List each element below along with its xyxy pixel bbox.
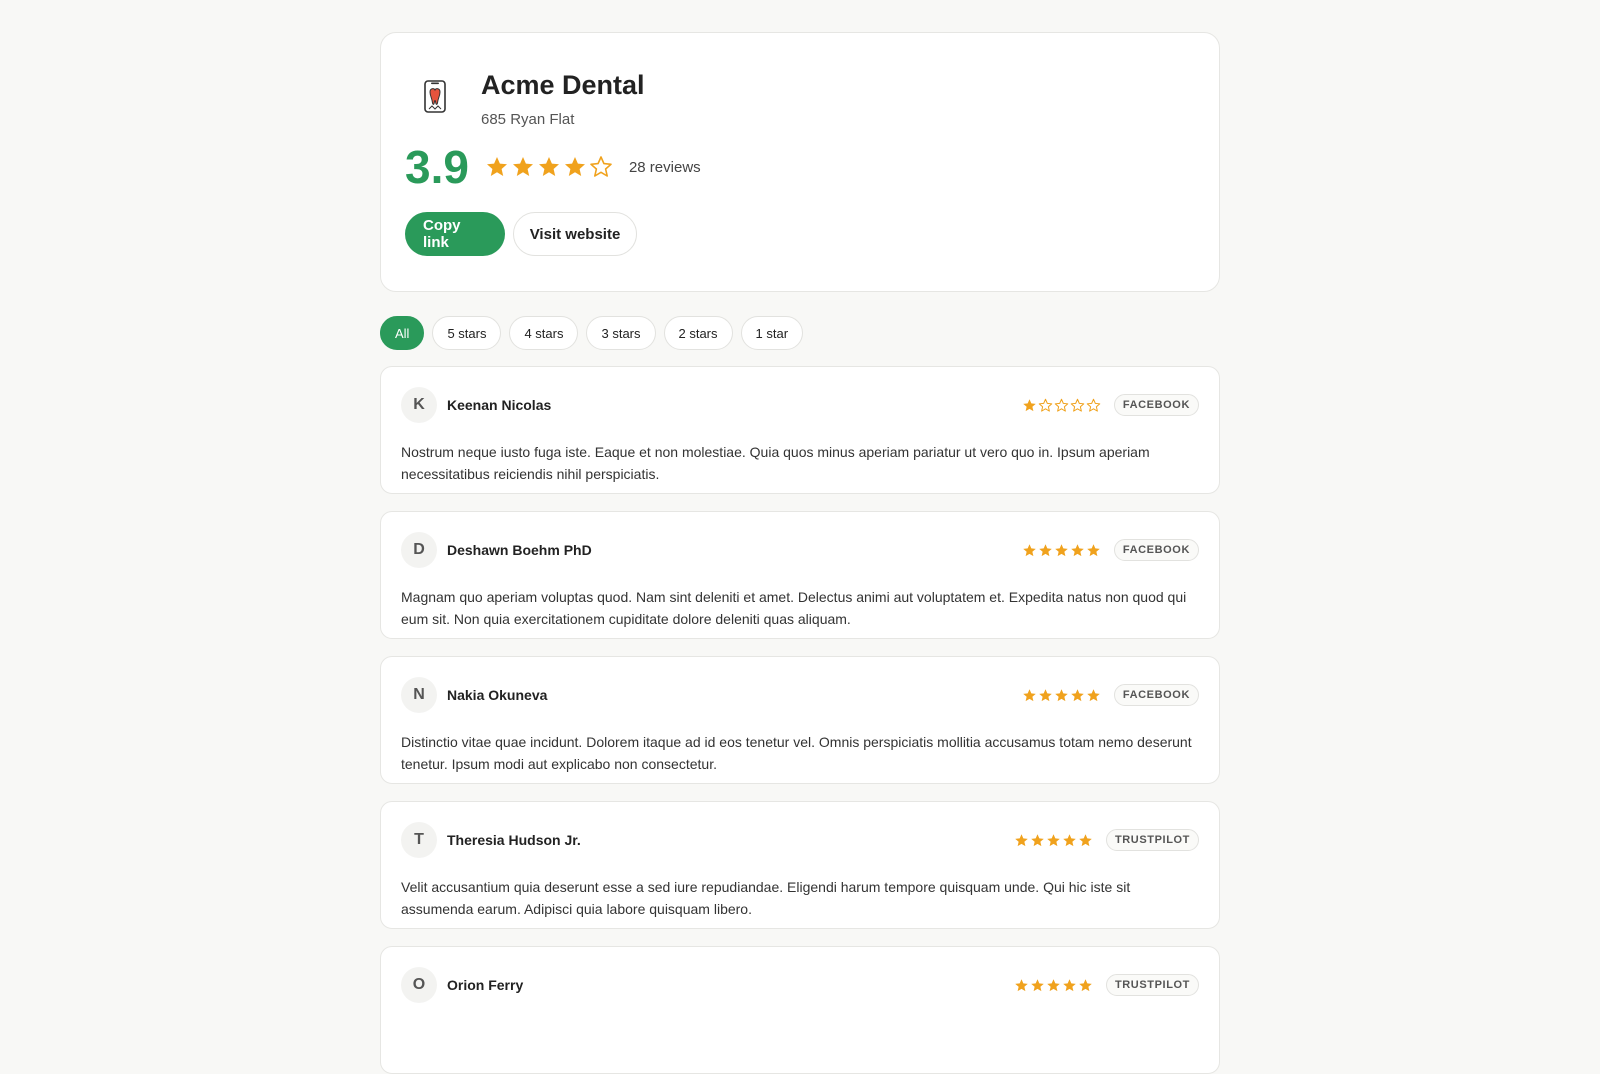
review-text: Magnam quo aperiam voluptas quod. Nam si…: [401, 589, 1187, 627]
review-header: D Deshawn Boehm PhD FACEBOOK: [401, 532, 1199, 568]
business-logo: [405, 67, 465, 127]
review-header: T Theresia Hudson Jr. TRUSTPILOT: [401, 822, 1199, 858]
star-filled-icon: [1039, 543, 1052, 556]
reviewer-name: Nakia Okuneva: [447, 687, 548, 703]
star-filled-icon: [1063, 833, 1076, 846]
review-header: O Orion Ferry TRUSTPILOT: [401, 967, 1199, 1003]
review-stars: [1014, 978, 1094, 993]
review-card: T Theresia Hudson Jr. TRUSTPILOT Velit a…: [380, 801, 1220, 929]
review-source-badge: TRUSTPILOT: [1105, 974, 1199, 996]
star-filled-icon: [1071, 688, 1084, 701]
review-text: Velit accusantium quia deserunt esse a s…: [401, 879, 1131, 917]
filter-5-stars[interactable]: 5 stars: [432, 316, 502, 350]
review-stars: [1022, 543, 1102, 558]
filter-1-star[interactable]: 1 star: [740, 316, 804, 350]
star-filled-icon: [1087, 543, 1100, 556]
avatar: O: [401, 967, 437, 1003]
star-filled-icon: [1079, 833, 1092, 846]
business-header: Acme Dental 685 Ryan Flat: [405, 61, 1195, 128]
review-header: N Nakia Okuneva FACEBOOK: [401, 677, 1199, 713]
star-outline-icon: [1054, 398, 1069, 412]
reviewer-name: Keenan Nicolas: [447, 397, 552, 413]
business-actions: Copy link Visit website: [405, 212, 1195, 257]
star-filled-icon: [1055, 688, 1068, 701]
star-filled-icon: [512, 157, 533, 177]
star-filled-icon: [564, 157, 585, 177]
review-source-badge: TRUSTPILOT: [1105, 829, 1199, 851]
star-outline-icon: [1038, 398, 1053, 412]
filter-3-stars[interactable]: 3 stars: [586, 316, 656, 350]
avatar: N: [401, 677, 437, 713]
star-filled-icon: [486, 157, 507, 177]
review-source-badge: FACEBOOK: [1113, 394, 1199, 416]
star-filled-icon: [1087, 688, 1100, 701]
review-stars: [1022, 398, 1102, 413]
star-filled-icon: [1031, 978, 1044, 991]
review-meta: TRUSTPILOT: [1014, 974, 1199, 996]
average-rating-stars: [485, 155, 615, 179]
page-container: Acme Dental 685 Ryan Flat 3.9 28 reviews…: [380, 32, 1220, 1074]
review-stars: [1014, 833, 1094, 848]
review-card: K Keenan Nicolas FACEBOOK Nostrum neque …: [380, 366, 1220, 494]
avatar: D: [401, 532, 437, 568]
review-count: 28 reviews: [628, 158, 701, 176]
rating-summary: 3.9 28 reviews: [405, 144, 1195, 190]
review-list: K Keenan Nicolas FACEBOOK Nostrum neque …: [380, 366, 1220, 1074]
star-filled-icon: [1023, 688, 1036, 701]
avatar: T: [401, 822, 437, 858]
review-card: N Nakia Okuneva FACEBOOK Distinctio vita…: [380, 656, 1220, 784]
star-filled-icon: [1023, 543, 1036, 556]
business-card: Acme Dental 685 Ryan Flat 3.9 28 reviews…: [380, 32, 1220, 292]
copy-link-button[interactable]: Copy link: [405, 212, 505, 257]
avatar: K: [401, 387, 437, 423]
star-filled-icon: [1071, 543, 1084, 556]
reviewer-name: Theresia Hudson Jr.: [447, 832, 581, 848]
visit-website-button[interactable]: Visit website: [513, 212, 637, 257]
star-filled-icon: [1015, 833, 1028, 846]
star-filled-icon: [1023, 398, 1036, 411]
average-rating: 3.9: [405, 141, 469, 194]
star-filled-icon: [1079, 978, 1092, 991]
filter-2-stars[interactable]: 2 stars: [663, 316, 733, 350]
review-source-badge: FACEBOOK: [1113, 684, 1199, 706]
star-filled-icon: [538, 157, 559, 177]
reviewer-name: Orion Ferry: [447, 977, 524, 993]
star-outline-icon: [590, 156, 612, 178]
star-filled-icon: [1047, 978, 1060, 991]
review-meta: FACEBOOK: [1022, 394, 1199, 416]
star-filled-icon: [1031, 833, 1044, 846]
star-filled-icon: [1063, 978, 1076, 991]
review-stars: [1022, 688, 1102, 703]
filter-all[interactable]: All: [380, 316, 425, 350]
star-outline-icon: [1086, 398, 1101, 412]
review-meta: FACEBOOK: [1022, 539, 1199, 561]
star-filled-icon: [1047, 833, 1060, 846]
review-meta: TRUSTPILOT: [1014, 829, 1199, 851]
review-card: D Deshawn Boehm PhD FACEBOOK Magnam quo …: [380, 511, 1220, 639]
review-header: K Keenan Nicolas FACEBOOK: [401, 387, 1199, 423]
review-card: O Orion Ferry TRUSTPILOT: [380, 946, 1220, 1074]
star-outline-icon: [1070, 398, 1085, 412]
reviewer-name: Deshawn Boehm PhD: [447, 542, 592, 558]
tooth-phone-logo-icon: [424, 80, 446, 113]
review-meta: FACEBOOK: [1022, 684, 1199, 706]
review-source-badge: FACEBOOK: [1113, 539, 1199, 561]
business-address: 685 Ryan Flat: [481, 111, 575, 129]
star-filled-icon: [1039, 688, 1052, 701]
star-filled-icon: [1015, 978, 1028, 991]
business-info: Acme Dental 685 Ryan Flat: [481, 61, 645, 128]
review-text: Nostrum neque iusto fuga iste. Eaque et …: [401, 444, 1150, 482]
review-text: Distinctio vitae quae incidunt. Dolorem …: [401, 734, 1192, 772]
star-filled-icon: [1055, 543, 1068, 556]
filter-4-stars[interactable]: 4 stars: [509, 316, 579, 350]
rating-filter-tabs: All 5 stars 4 stars 3 stars 2 stars 1 st…: [380, 316, 1220, 350]
business-name: Acme Dental: [481, 70, 645, 100]
